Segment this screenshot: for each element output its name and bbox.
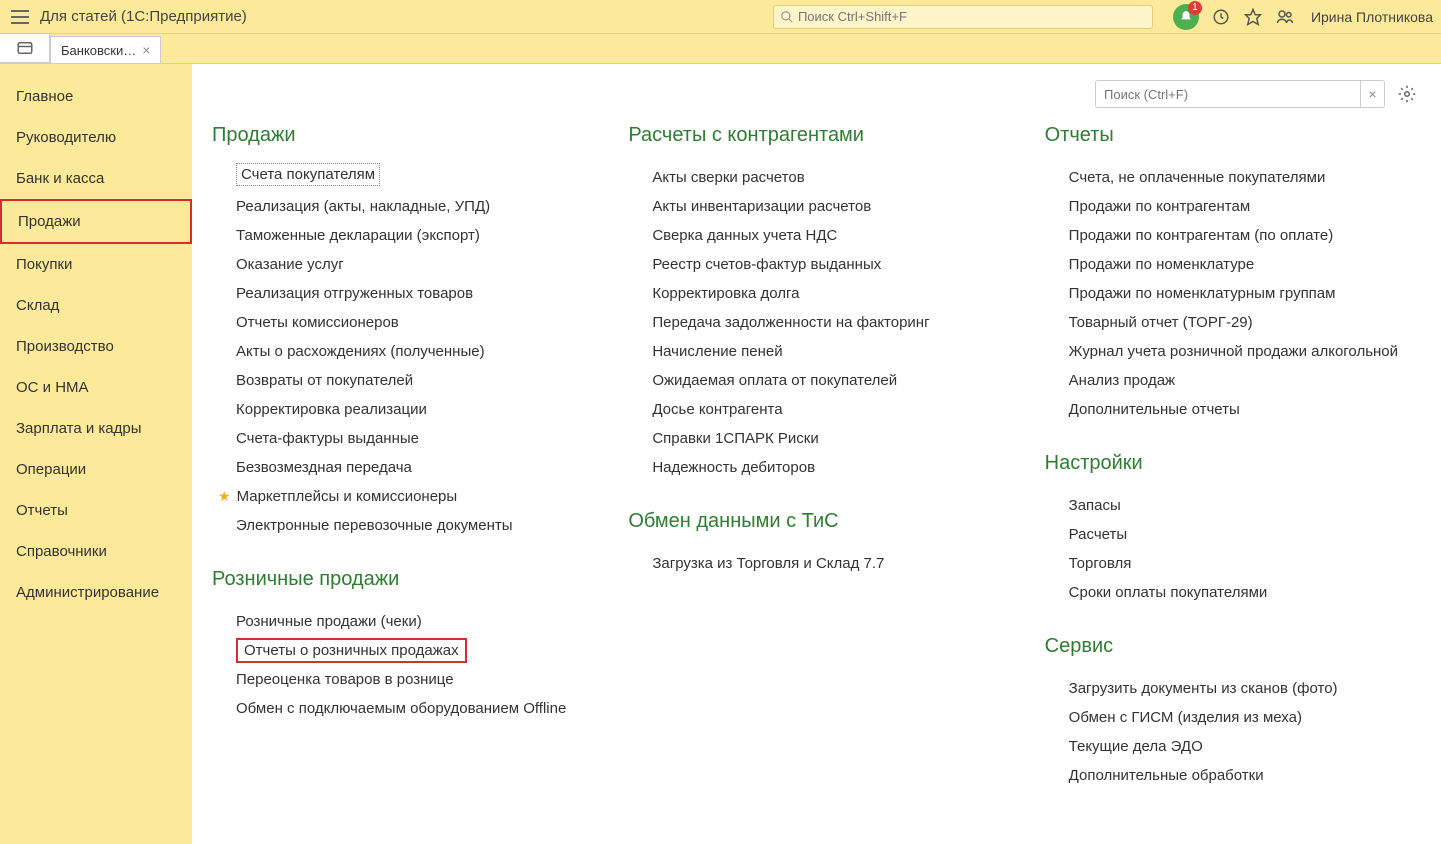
link-dossier[interactable]: Досье контрагента (652, 395, 1004, 424)
link-expected-payment[interactable]: Ожидаемая оплата от покупателей (652, 366, 1004, 395)
link-tis-load[interactable]: Загрузка из Торговля и Склад 7.7 (652, 549, 1004, 578)
link-retail-checks[interactable]: Розничные продажи (чеки) (236, 607, 588, 636)
search-icon (780, 10, 794, 24)
link-torg29[interactable]: Товарный отчет (ТОРГ-29) (1069, 308, 1421, 337)
link-returns[interactable]: Возвраты от покупателей (236, 366, 588, 395)
link-payment-terms[interactable]: Сроки оплаты покупателями (1069, 578, 1421, 607)
link-scan-docs[interactable]: Загрузить документы из сканов (фото) (1069, 674, 1421, 703)
sidebar: Главное Руководителю Банк и касса Продаж… (0, 64, 192, 844)
column-2: Расчеты с контрагентами Акты сверки расч… (628, 124, 1004, 818)
link-invoices-issued[interactable]: Счета-фактуры выданные (236, 424, 588, 453)
link-retail-reports[interactable]: Отчеты о розничных продажах (236, 638, 467, 663)
link-edo[interactable]: Текущие дела ЭДО (1069, 732, 1421, 761)
link-commissioner-reports[interactable]: Отчеты комиссионеров (236, 308, 588, 337)
users-icon[interactable] (1275, 7, 1295, 27)
sidebar-item-assets[interactable]: ОС и НМА (0, 367, 192, 408)
link-penalties[interactable]: Начисление пеней (652, 337, 1004, 366)
section-sales-title: Продажи (212, 124, 588, 147)
link-free-transfer[interactable]: Безвозмездная передача (236, 453, 588, 482)
sidebar-item-purchases[interactable]: Покупки (0, 244, 192, 285)
section-service-title: Сервис (1045, 635, 1421, 658)
link-vat-check[interactable]: Сверка данных учета НДС (652, 221, 1004, 250)
sidebar-item-manager[interactable]: Руководителю (0, 117, 192, 158)
notifications-icon[interactable]: 1 (1173, 4, 1199, 30)
menu-hamburger-icon[interactable] (8, 5, 32, 29)
link-inventory-acts[interactable]: Акты инвентаризации расчетов (652, 192, 1004, 221)
link-invoice-registry[interactable]: Реестр счетов-фактур выданных (652, 250, 1004, 279)
sidebar-item-production[interactable]: Производство (0, 326, 192, 367)
app-title: Для статей (1С:Предприятие) (40, 8, 247, 25)
section-retail-title: Розничные продажи (212, 568, 588, 591)
link-marketplaces[interactable]: ★Маркетплейсы и комиссионеры (236, 482, 588, 511)
column-3: Отчеты Счета, не оплаченные покупателями… (1045, 124, 1421, 818)
tab-label: Банковски… (61, 43, 136, 58)
link-invoices[interactable]: Счета покупателям (236, 163, 380, 186)
link-realization[interactable]: Реализация (акты, накладные, УПД) (236, 192, 588, 221)
link-alcohol-journal[interactable]: Журнал учета розничной продажи алкогольн… (1069, 337, 1421, 366)
content-search[interactable]: × (1095, 80, 1385, 108)
sidebar-item-directories[interactable]: Справочники (0, 531, 192, 572)
link-debtor-reliability[interactable]: Надежность дебиторов (652, 453, 1004, 482)
link-reconciliation[interactable]: Акты сверки расчетов (652, 163, 1004, 192)
sidebar-item-hr[interactable]: Зарплата и кадры (0, 408, 192, 449)
link-factoring[interactable]: Передача задолженности на факторинг (652, 308, 1004, 337)
link-sales-by-groups[interactable]: Продажи по номенклатурным группам (1069, 279, 1421, 308)
star-icon[interactable] (1243, 7, 1263, 27)
link-revaluation[interactable]: Переоценка товаров в рознице (236, 665, 588, 694)
sidebar-item-warehouse[interactable]: Склад (0, 285, 192, 326)
link-additional-reports[interactable]: Дополнительные отчеты (1069, 395, 1421, 424)
link-offline-exchange[interactable]: Обмен с подключаемым оборудованием Offli… (236, 694, 588, 723)
link-customs[interactable]: Таможенные декларации (экспорт) (236, 221, 588, 250)
column-1: Продажи Счета покупателям Реализация (ак… (212, 124, 588, 818)
content-search-input[interactable] (1096, 87, 1360, 102)
global-search-input[interactable] (798, 9, 1146, 24)
link-sales-by-cp-paid[interactable]: Продажи по контрагентам (по оплате) (1069, 221, 1421, 250)
section-counterparty-title: Расчеты с контрагентами (628, 124, 1004, 147)
sidebar-item-operations[interactable]: Операции (0, 449, 192, 490)
link-sales-by-cp[interactable]: Продажи по контрагентам (1069, 192, 1421, 221)
link-sales-analysis[interactable]: Анализ продаж (1069, 366, 1421, 395)
link-gism[interactable]: Обмен с ГИСМ (изделия из меха) (1069, 703, 1421, 732)
link-trade[interactable]: Торговля (1069, 549, 1421, 578)
global-search[interactable] (773, 5, 1153, 29)
sidebar-item-admin[interactable]: Администрирование (0, 572, 192, 613)
notification-badge: 1 (1188, 1, 1202, 15)
tabs-bar: Банковски… × (0, 34, 1441, 64)
link-settlements[interactable]: Расчеты (1069, 520, 1421, 549)
user-name[interactable]: Ирина Плотникова (1311, 9, 1433, 25)
link-unpaid[interactable]: Счета, не оплаченные покупателями (1069, 163, 1421, 192)
link-shipped-goods[interactable]: Реализация отгруженных товаров (236, 279, 588, 308)
tab-home-icon[interactable] (0, 34, 50, 63)
sidebar-item-main[interactable]: Главное (0, 76, 192, 117)
link-edocs[interactable]: Электронные перевозочные документы (236, 511, 588, 540)
link-additional-processing[interactable]: Дополнительные обработки (1069, 761, 1421, 790)
link-services[interactable]: Оказание услуг (236, 250, 588, 279)
link-correction[interactable]: Корректировка реализации (236, 395, 588, 424)
section-settings-title: Настройки (1045, 452, 1421, 475)
content-area: × Продажи Счета покупателям Реализация (… (192, 64, 1441, 844)
titlebar: Для статей (1С:Предприятие) 1 Ирина Плот… (0, 0, 1441, 34)
sidebar-item-bank[interactable]: Банк и касса (0, 158, 192, 199)
sidebar-item-reports[interactable]: Отчеты (0, 490, 192, 531)
section-reports-title: Отчеты (1045, 124, 1421, 147)
link-sales-by-nomen[interactable]: Продажи по номенклатуре (1069, 250, 1421, 279)
sidebar-item-sales[interactable]: Продажи (0, 199, 192, 244)
star-icon: ★ (218, 488, 231, 505)
content-search-clear-icon[interactable]: × (1360, 81, 1384, 107)
history-icon[interactable] (1211, 7, 1231, 27)
tab-close-icon[interactable]: × (142, 42, 150, 58)
link-discrepancy-acts[interactable]: Акты о расхождениях (полученные) (236, 337, 588, 366)
link-debt-correction[interactable]: Корректировка долга (652, 279, 1004, 308)
section-tis-title: Обмен данными с ТиС (628, 510, 1004, 533)
settings-gear-icon[interactable] (1393, 80, 1421, 108)
tab-active[interactable]: Банковски… × (50, 36, 161, 63)
link-spark[interactable]: Справки 1СПАРК Риски (652, 424, 1004, 453)
link-stocks[interactable]: Запасы (1069, 491, 1421, 520)
